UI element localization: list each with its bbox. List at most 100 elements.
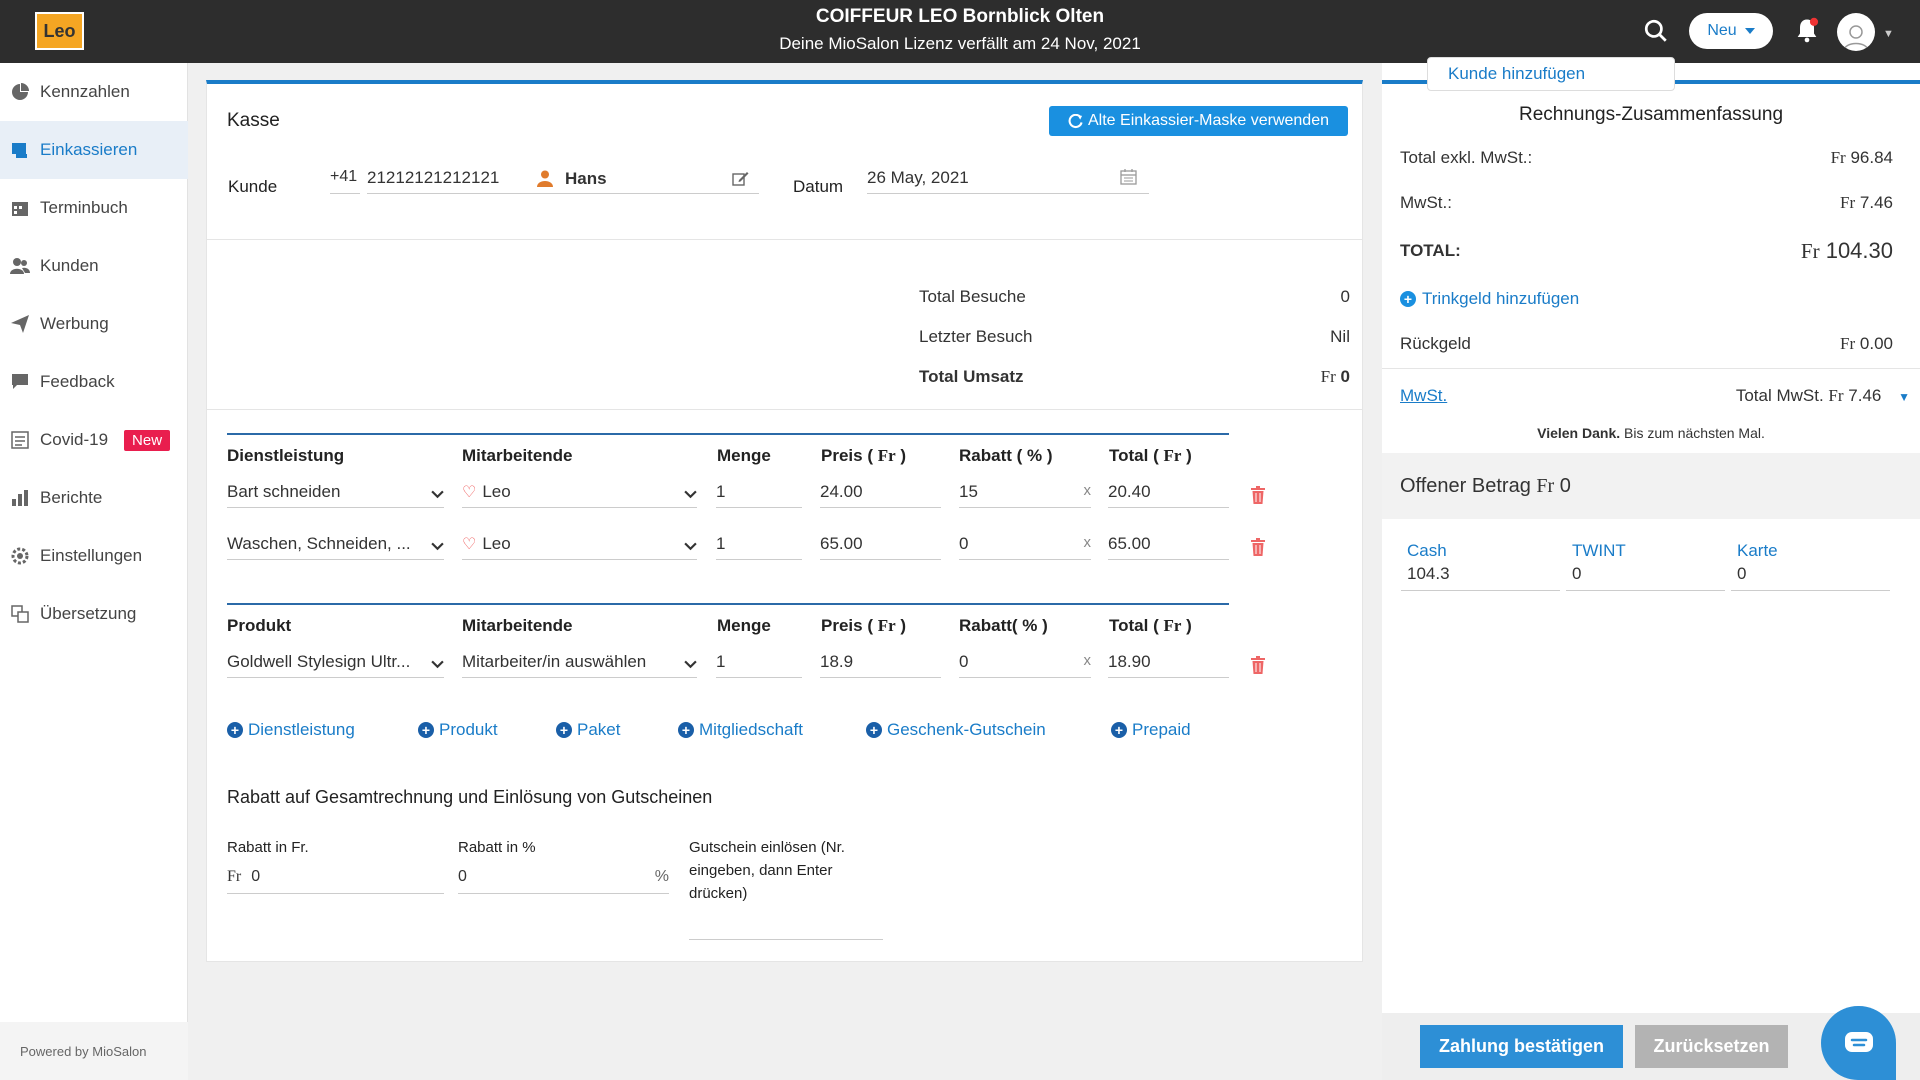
service-name: Waschen, Schneiden, ...	[227, 534, 411, 553]
th-total-currency: Fr	[1163, 616, 1182, 635]
letzter-besuch-label: Letzter Besuch	[919, 327, 1033, 346]
staff-select[interactable]: ♡ Leo	[462, 530, 697, 560]
confirm-payment-button[interactable]: Zahlung bestätigen	[1420, 1025, 1623, 1068]
letzter-besuch-value: Nil	[1330, 327, 1350, 346]
phone-input[interactable]: 21212121212121	[367, 164, 527, 194]
sidebar-item-uebersetzung[interactable]: Übersetzung	[0, 585, 188, 643]
discount-pct-value: 0	[458, 868, 467, 885]
mwst-row: MwSt.: Fr 7.46	[1400, 193, 1893, 213]
add-prepaid-link[interactable]: + Prepaid	[1111, 720, 1191, 740]
plus-circle-icon: +	[227, 722, 243, 738]
user-menu-caret-icon[interactable]: ▼	[1883, 28, 1894, 40]
discount-input[interactable]: 0 x	[959, 648, 1091, 678]
clear-icon[interactable]: x	[1084, 652, 1092, 677]
users-icon	[10, 256, 30, 276]
service-select[interactable]: Bart schneiden	[227, 478, 444, 508]
twint-input[interactable]: 0	[1566, 561, 1725, 591]
staff-name-wrap: ♡ Leo	[462, 482, 511, 507]
chat-icon	[1844, 1032, 1873, 1052]
price-input[interactable]: 18.9	[820, 648, 941, 678]
voucher-input[interactable]	[689, 910, 883, 940]
reset-button[interactable]: Zurücksetzen	[1635, 1025, 1788, 1068]
add-membership-link[interactable]: + Mitgliedschaft	[678, 720, 803, 740]
calendar-icon[interactable]	[1120, 168, 1137, 185]
add-giftcard-link[interactable]: + Geschenk-Gutschein	[866, 720, 1046, 740]
line-total: 20.40	[1108, 478, 1229, 508]
clear-icon[interactable]: x	[1084, 534, 1092, 559]
total-value: 104.30	[1825, 238, 1893, 263]
currency-label: Fr	[1320, 367, 1336, 386]
th-mitarbeitende: Mitarbeitende	[462, 616, 573, 635]
mwst-amount: Fr 7.46	[1840, 193, 1893, 213]
add-membership-label: Mitgliedschaft	[699, 720, 803, 739]
discount-fr-input[interactable]: Fr 0	[227, 864, 444, 894]
quantity-input[interactable]: 1	[716, 530, 802, 560]
customer-name-field[interactable]: Hans	[527, 164, 759, 194]
add-giftcard-label: Geschenk-Gutschein	[887, 720, 1046, 739]
cash-label: Cash	[1407, 541, 1447, 560]
sidebar-item-einkassieren[interactable]: Einkassieren	[0, 121, 188, 179]
salon-logo[interactable]: Leo	[35, 12, 84, 50]
user-avatar[interactable]	[1837, 13, 1875, 51]
chat-button[interactable]	[1821, 1006, 1896, 1080]
sidebar-item-werbung[interactable]: Werbung	[0, 295, 188, 353]
mwst-link[interactable]: MwSt.	[1400, 386, 1447, 406]
total-label: TOTAL:	[1400, 241, 1461, 260]
register-icon	[10, 140, 30, 160]
clear-icon[interactable]: x	[1084, 482, 1092, 507]
calendar-icon	[10, 198, 30, 218]
kunde-label: Kunde	[228, 177, 278, 196]
service-select[interactable]: Waschen, Schneiden, ...	[227, 530, 444, 560]
trash-icon[interactable]	[1250, 656, 1266, 674]
bell-icon[interactable]	[1793, 16, 1821, 44]
quantity-input[interactable]: 1	[716, 648, 802, 678]
discount-pct-input[interactable]: 0 %	[458, 864, 669, 894]
caret-down-icon[interactable]: ▼	[1898, 390, 1910, 404]
twint-label: TWINT	[1572, 541, 1626, 560]
sidebar-item-label: Einstellungen	[40, 546, 143, 565]
product-select[interactable]: Goldwell Stylesign Ultr...	[227, 648, 444, 678]
sidebar-item-feedback[interactable]: Feedback	[0, 353, 188, 411]
person-icon	[537, 170, 553, 187]
discount-input[interactable]: 0 x	[959, 530, 1091, 560]
sidebar-item-terminbuch[interactable]: Terminbuch	[0, 179, 188, 237]
th-preis-label: Preis	[821, 616, 863, 635]
change-amount: Fr 0.00	[1840, 334, 1893, 354]
trash-icon[interactable]	[1250, 538, 1266, 556]
line-total: 18.90	[1108, 648, 1229, 678]
sidebar-item-label: Einkassieren	[40, 140, 138, 159]
sidebar-item-kennzahlen[interactable]: Kennzahlen	[0, 63, 188, 121]
price-input[interactable]: 24.00	[820, 478, 941, 508]
top-bar: Leo COIFFEUR LEO Bornblick Olten Deine M…	[0, 0, 1920, 63]
sidebar-item-label: Werbung	[40, 314, 109, 333]
sidebar-item-covid[interactable]: Covid-19 New	[0, 411, 188, 469]
new-button[interactable]: Neu	[1689, 13, 1773, 49]
total-excl-label: Total exkl. MwSt.:	[1400, 148, 1533, 167]
add-customer-button[interactable]: Kunde hinzufügen	[1427, 57, 1675, 91]
discount-input[interactable]: 15 x	[959, 478, 1091, 508]
sidebar-item-kunden[interactable]: Kunden	[0, 237, 188, 295]
staff-select[interactable]: ♡ Leo	[462, 478, 697, 508]
old-mask-button[interactable]: Alte Einkassier-Maske verwenden	[1049, 106, 1348, 136]
divider	[207, 409, 1362, 410]
phone-prefix[interactable]: +41	[330, 164, 360, 194]
search-icon[interactable]	[1643, 18, 1669, 44]
card-input[interactable]: 0	[1731, 561, 1890, 591]
sidebar-item-einstellungen[interactable]: Einstellungen	[0, 527, 188, 585]
th-total-currency: Fr	[1163, 446, 1182, 465]
mwst-label: MwSt.:	[1400, 193, 1452, 212]
date-input[interactable]: 26 May, 2021	[867, 164, 1149, 194]
add-service-link[interactable]: + Dienstleistung	[227, 720, 355, 740]
change-value: 0.00	[1859, 334, 1893, 353]
cash-input[interactable]: 104.3	[1401, 561, 1560, 591]
add-package-link[interactable]: + Paket	[556, 720, 620, 740]
staff-select[interactable]: Mitarbeiter/in auswählen	[462, 648, 697, 678]
trash-icon[interactable]	[1250, 486, 1266, 504]
add-product-link[interactable]: + Produkt	[418, 720, 498, 740]
quantity-input[interactable]: 1	[716, 478, 802, 508]
add-tip-link[interactable]: + Trinkgeld hinzufügen	[1400, 289, 1893, 309]
price-input[interactable]: 65.00	[820, 530, 941, 560]
total-excl-amount: Fr 96.84	[1831, 148, 1893, 168]
sidebar-item-berichte[interactable]: Berichte	[0, 469, 188, 527]
edit-icon[interactable]	[732, 171, 749, 186]
